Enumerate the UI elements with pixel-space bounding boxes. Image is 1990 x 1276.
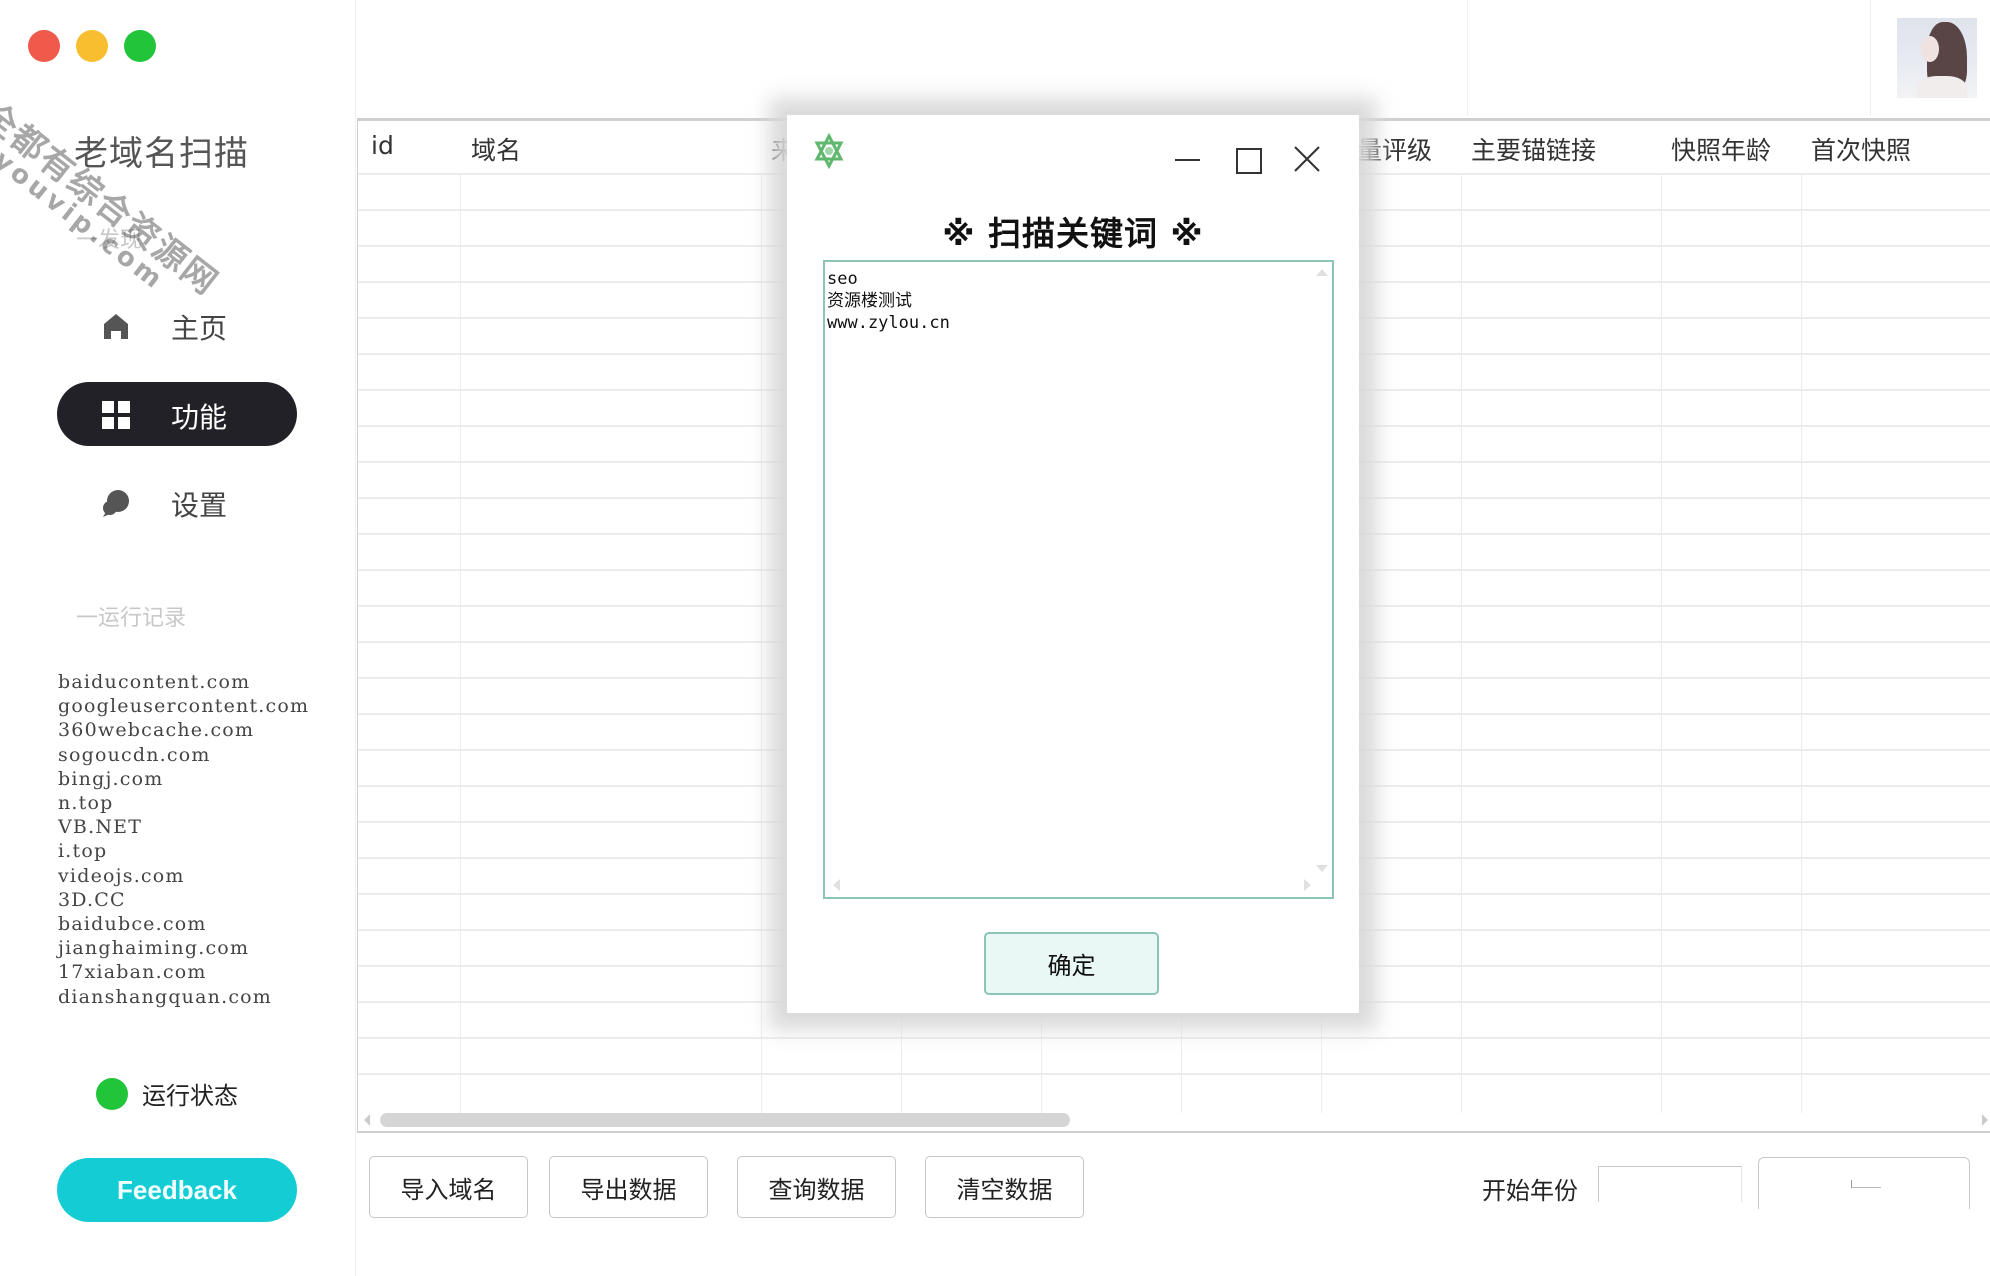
scan-keywords-dialog: ※ 扫描关键词 ※ 确定 <box>787 115 1359 1013</box>
export-data-button[interactable]: 导出数据 <box>549 1156 708 1218</box>
table-column-divider <box>1801 173 1802 1113</box>
window-close-button[interactable] <box>28 30 60 62</box>
window-maximize-button[interactable] <box>124 30 156 62</box>
nav-item-label: 功能 <box>171 401 228 434</box>
close-icon <box>1294 146 1320 172</box>
scroll-right-icon[interactable] <box>1982 1114 1988 1126</box>
record-item: videojs.com <box>58 864 185 887</box>
horizontal-scrollbar[interactable] <box>358 1109 1990 1131</box>
run-status: 运行状态 <box>96 1076 238 1111</box>
record-item: 17xiaban.com <box>58 961 207 984</box>
column-header-snapshot-age[interactable]: 快照年龄 <box>1671 131 1771 167</box>
grid-icon <box>101 400 131 430</box>
start-year-input[interactable] <box>1598 1166 1742 1202</box>
table-column-divider <box>1661 173 1662 1113</box>
user-avatar[interactable] <box>1897 18 1977 98</box>
run-records-list: baiducontent.com googleusercontent.com 3… <box>58 670 309 1009</box>
record-item: sogoucdn.com <box>58 743 211 766</box>
import-domains-button[interactable]: 导入域名 <box>369 1156 528 1218</box>
status-indicator-icon <box>96 1077 128 1110</box>
nav-item-label: 主页 <box>171 312 228 345</box>
record-item: 3D.CC <box>58 888 126 911</box>
dialog-heading: ※ 扫描关键词 ※ <box>942 214 1204 253</box>
column-header-anchor-link[interactable]: 主要锚链接 <box>1471 131 1596 167</box>
record-item: baidubce.com <box>58 913 207 936</box>
column-header-first-snapshot[interactable]: 首次快照 <box>1811 131 1911 167</box>
query-data-button[interactable]: 查询数据 <box>737 1156 896 1218</box>
nav-item-settings[interactable]: 设置 <box>57 470 297 534</box>
table-row-divider <box>358 1037 1990 1039</box>
section-label-discover: 一发现 <box>76 228 143 253</box>
divider <box>1467 0 1468 116</box>
table-column-divider <box>761 173 762 1113</box>
nav-item-function[interactable]: 功能 <box>57 382 297 446</box>
table-column-divider <box>460 173 461 1113</box>
scroll-left-icon[interactable] <box>364 1114 370 1126</box>
record-item: baiducontent.com <box>58 671 251 693</box>
record-item: i.top <box>58 840 108 863</box>
divider <box>1870 0 1871 116</box>
scrollbar-thumb[interactable] <box>380 1113 1070 1127</box>
dialog-maximize-button[interactable] <box>1228 139 1268 179</box>
record-item: n.top <box>58 792 114 815</box>
section-label-records: 一运行记录 <box>76 606 187 631</box>
chat-bubble-icon <box>101 488 131 518</box>
confirm-button[interactable]: 确定 <box>984 932 1159 995</box>
record-item: dianshangquan.com <box>58 985 273 1008</box>
window-controls <box>28 30 156 62</box>
status-label: 运行状态 <box>142 1082 238 1110</box>
end-year-select[interactable] <box>1758 1157 1970 1209</box>
table-column-divider <box>1461 173 1462 1113</box>
record-item: googleusercontent.com <box>58 695 310 718</box>
app-logo-icon <box>811 132 847 170</box>
dialog-minimize-button[interactable] <box>1167 139 1207 179</box>
nav-item-home[interactable]: 主页 <box>57 293 297 357</box>
table-row-divider <box>358 1073 1990 1075</box>
sidebar: 老域名扫描 一发现 主页 功能 设置 一运行记录 baiducontent.co… <box>0 0 356 1276</box>
clear-data-button[interactable]: 清空数据 <box>925 1156 1084 1218</box>
keywords-textarea[interactable] <box>823 260 1334 899</box>
column-header-id[interactable]: id <box>371 131 394 160</box>
feedback-button[interactable]: Feedback <box>57 1158 297 1222</box>
record-item: bingj.com <box>58 767 164 790</box>
home-icon <box>101 311 131 341</box>
nav-item-label: 设置 <box>171 489 228 522</box>
start-year-label: 开始年份 <box>1482 1177 1578 1205</box>
dialog-close-button[interactable] <box>1287 139 1327 179</box>
app-title: 老域名扫描 <box>74 135 249 173</box>
column-header-domain[interactable]: 域名 <box>471 131 521 167</box>
record-item: 360webcache.com <box>58 719 255 742</box>
record-item: jianghaiming.com <box>58 937 250 960</box>
record-item: VB.NET <box>58 816 143 839</box>
window-minimize-button[interactable] <box>76 30 108 62</box>
